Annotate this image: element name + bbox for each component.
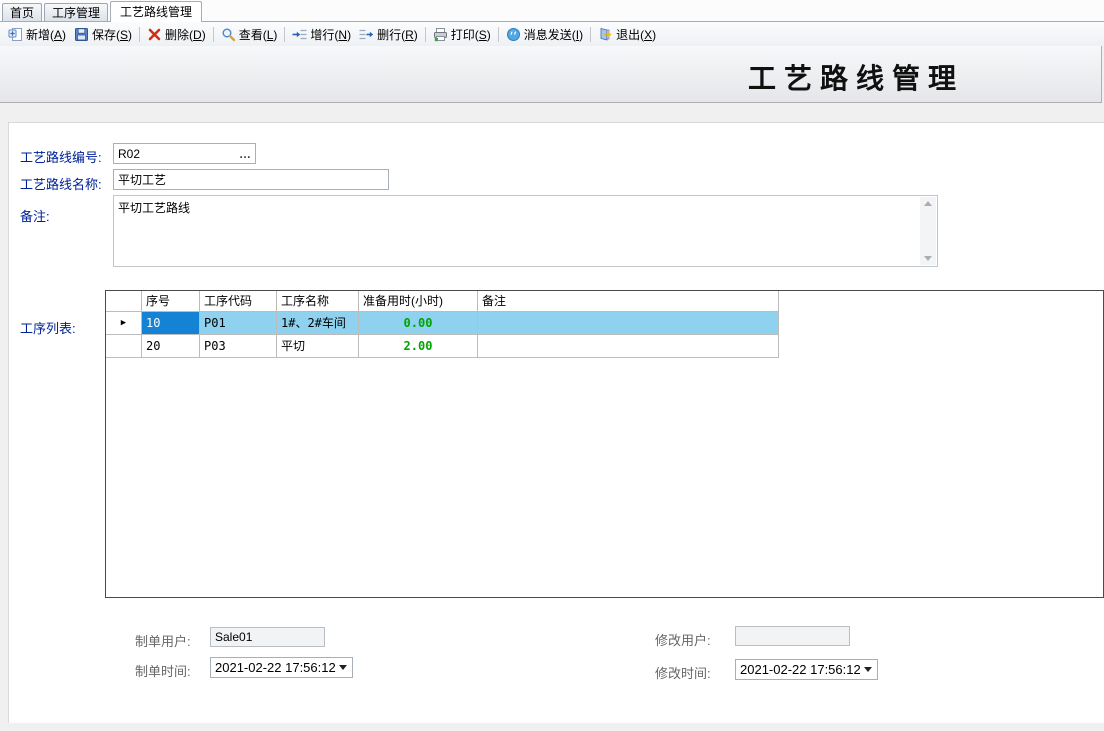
modifier-input[interactable] xyxy=(735,626,850,646)
grid-cell[interactable]: 平切 xyxy=(277,335,359,358)
tab-home[interactable]: 首页 xyxy=(2,3,42,21)
grid-cell[interactable] xyxy=(478,312,779,335)
toolbar-button-label: 消息发送(I) xyxy=(524,26,583,43)
scroll-up-icon[interactable] xyxy=(924,201,932,206)
grid-cell[interactable]: P01 xyxy=(200,312,277,335)
message-send-button[interactable]: 消息发送(I) xyxy=(502,25,587,44)
page-title: 工艺路线管理 xyxy=(748,57,964,97)
grid-header-cell[interactable]: 序号 xyxy=(142,291,200,312)
dropdown-arrow-icon[interactable] xyxy=(339,665,347,670)
grid-header-cell[interactable]: 工序名称 xyxy=(277,291,359,312)
grid-cell[interactable]: 0.00 xyxy=(359,312,478,335)
message-send-icon xyxy=(506,27,521,42)
creator-label: 制单用户: xyxy=(135,631,191,650)
grid-header-cell[interactable]: 工序代码 xyxy=(200,291,277,312)
creator-value: Sale01 xyxy=(211,630,324,644)
grid-cell[interactable]: 2.00 xyxy=(359,335,478,358)
grid-header-cell[interactable]: 备注 xyxy=(478,291,779,312)
new-icon xyxy=(8,27,23,42)
tab-process-management[interactable]: 工序管理 xyxy=(44,3,108,21)
grid-cell[interactable]: P03 xyxy=(200,335,277,358)
toolbar: 新增(A) 保存(S) 删除(D) 查看(L) 增行(N) 删行(R) 打印(S) 消息发送(… xyxy=(0,22,1104,46)
delete-row-button[interactable]: 删行(R) xyxy=(355,25,422,44)
modify-time-combobox[interactable]: 2021-02-22 17:56:12 xyxy=(735,659,878,680)
delete-row-icon xyxy=(359,27,374,42)
row-indicator-header-cell xyxy=(106,291,142,312)
route-no-input[interactable]: R02 … xyxy=(113,143,256,164)
route-name-input[interactable]: 平切工艺 xyxy=(113,169,389,190)
toolbar-separator xyxy=(590,27,591,42)
create-time-label: 制单时间: xyxy=(135,661,191,680)
route-name-label: 工艺路线名称: xyxy=(20,174,102,193)
grid-row[interactable]: ▶ 10P011#、2#车间0.00 xyxy=(106,312,1103,335)
grid-header-filler xyxy=(779,291,1103,312)
creator-input[interactable]: Sale01 xyxy=(210,627,325,647)
tab-route-management[interactable]: 工艺路线管理 xyxy=(110,1,202,22)
toolbar-button-label: 新增(A) xyxy=(26,26,66,43)
toolbar-button-label: 保存(S) xyxy=(92,26,132,43)
row-indicator-cell[interactable]: ▶ xyxy=(106,312,142,335)
toolbar-button-label: 删除(D) xyxy=(165,26,206,43)
create-time-combobox[interactable]: 2021-02-22 17:56:12 xyxy=(210,657,353,678)
add-row-button[interactable]: 增行(N) xyxy=(288,25,355,44)
process-list-label: 工序列表: xyxy=(20,318,76,337)
toolbar-separator xyxy=(213,27,214,42)
row-indicator-cell[interactable] xyxy=(106,335,142,358)
modify-time-value: 2021-02-22 17:56:12 xyxy=(736,662,862,677)
toolbar-button-label: 删行(R) xyxy=(377,26,418,43)
exit-icon xyxy=(598,27,613,42)
toolbar-separator xyxy=(284,27,285,42)
exit-button[interactable]: 退出(X) xyxy=(594,25,660,44)
dropdown-arrow-icon[interactable] xyxy=(864,667,872,672)
remark-value: 平切工艺路线 xyxy=(118,199,915,216)
remark-textarea[interactable]: 平切工艺路线 xyxy=(113,195,938,267)
delete-button[interactable]: 删除(D) xyxy=(143,25,210,44)
grid-row-filler xyxy=(779,312,1103,335)
current-row-icon: ▶ xyxy=(121,318,126,328)
print-button[interactable]: 打印(S) xyxy=(429,25,495,44)
remark-scrollbar[interactable] xyxy=(920,197,936,265)
grid-row-filler xyxy=(779,335,1103,358)
modify-time-label: 修改时间: xyxy=(655,663,711,682)
view-button[interactable]: 查看(L) xyxy=(217,25,282,44)
toolbar-separator xyxy=(498,27,499,42)
tab-strip: 首页工序管理工艺路线管理 xyxy=(0,0,1104,22)
grid-cell[interactable]: 1#、2#车间 xyxy=(277,312,359,335)
toolbar-button-label: 增行(N) xyxy=(310,26,351,43)
grid-cell[interactable] xyxy=(478,335,779,358)
route-no-label: 工艺路线编号: xyxy=(20,147,102,166)
route-no-value: R02 xyxy=(114,147,235,161)
toolbar-separator xyxy=(425,27,426,42)
view-icon xyxy=(221,27,236,42)
route-no-browse-button[interactable]: … xyxy=(235,147,255,161)
grid-cell-selected[interactable]: 10 xyxy=(142,312,200,335)
remark-label: 备注: xyxy=(20,206,50,225)
toolbar-separator xyxy=(139,27,140,42)
scroll-down-icon[interactable] xyxy=(924,256,932,261)
toolbar-button-label: 查看(L) xyxy=(239,26,278,43)
toolbar-button-label: 退出(X) xyxy=(616,26,656,43)
delete-icon xyxy=(147,27,162,42)
route-name-value: 平切工艺 xyxy=(114,171,388,188)
grid-cell[interactable]: 20 xyxy=(142,335,200,358)
add-row-icon xyxy=(292,27,307,42)
process-grid: 序号工序代码工序名称准备用时(小时)备注▶10P011#、2#车间0.0020P… xyxy=(105,290,1104,598)
grid-header-row: 序号工序代码工序名称准备用时(小时)备注 xyxy=(106,291,1103,312)
grid-header-cell[interactable]: 准备用时(小时) xyxy=(359,291,478,312)
create-time-value: 2021-02-22 17:56:12 xyxy=(211,660,337,675)
grid-row[interactable]: 20P03平切2.00 xyxy=(106,335,1103,358)
save-button[interactable]: 保存(S) xyxy=(70,25,136,44)
toolbar-button-label: 打印(S) xyxy=(451,26,491,43)
save-icon xyxy=(74,27,89,42)
modifier-label: 修改用户: xyxy=(655,630,711,649)
print-icon xyxy=(433,27,448,42)
new-button[interactable]: 新增(A) xyxy=(4,25,70,44)
